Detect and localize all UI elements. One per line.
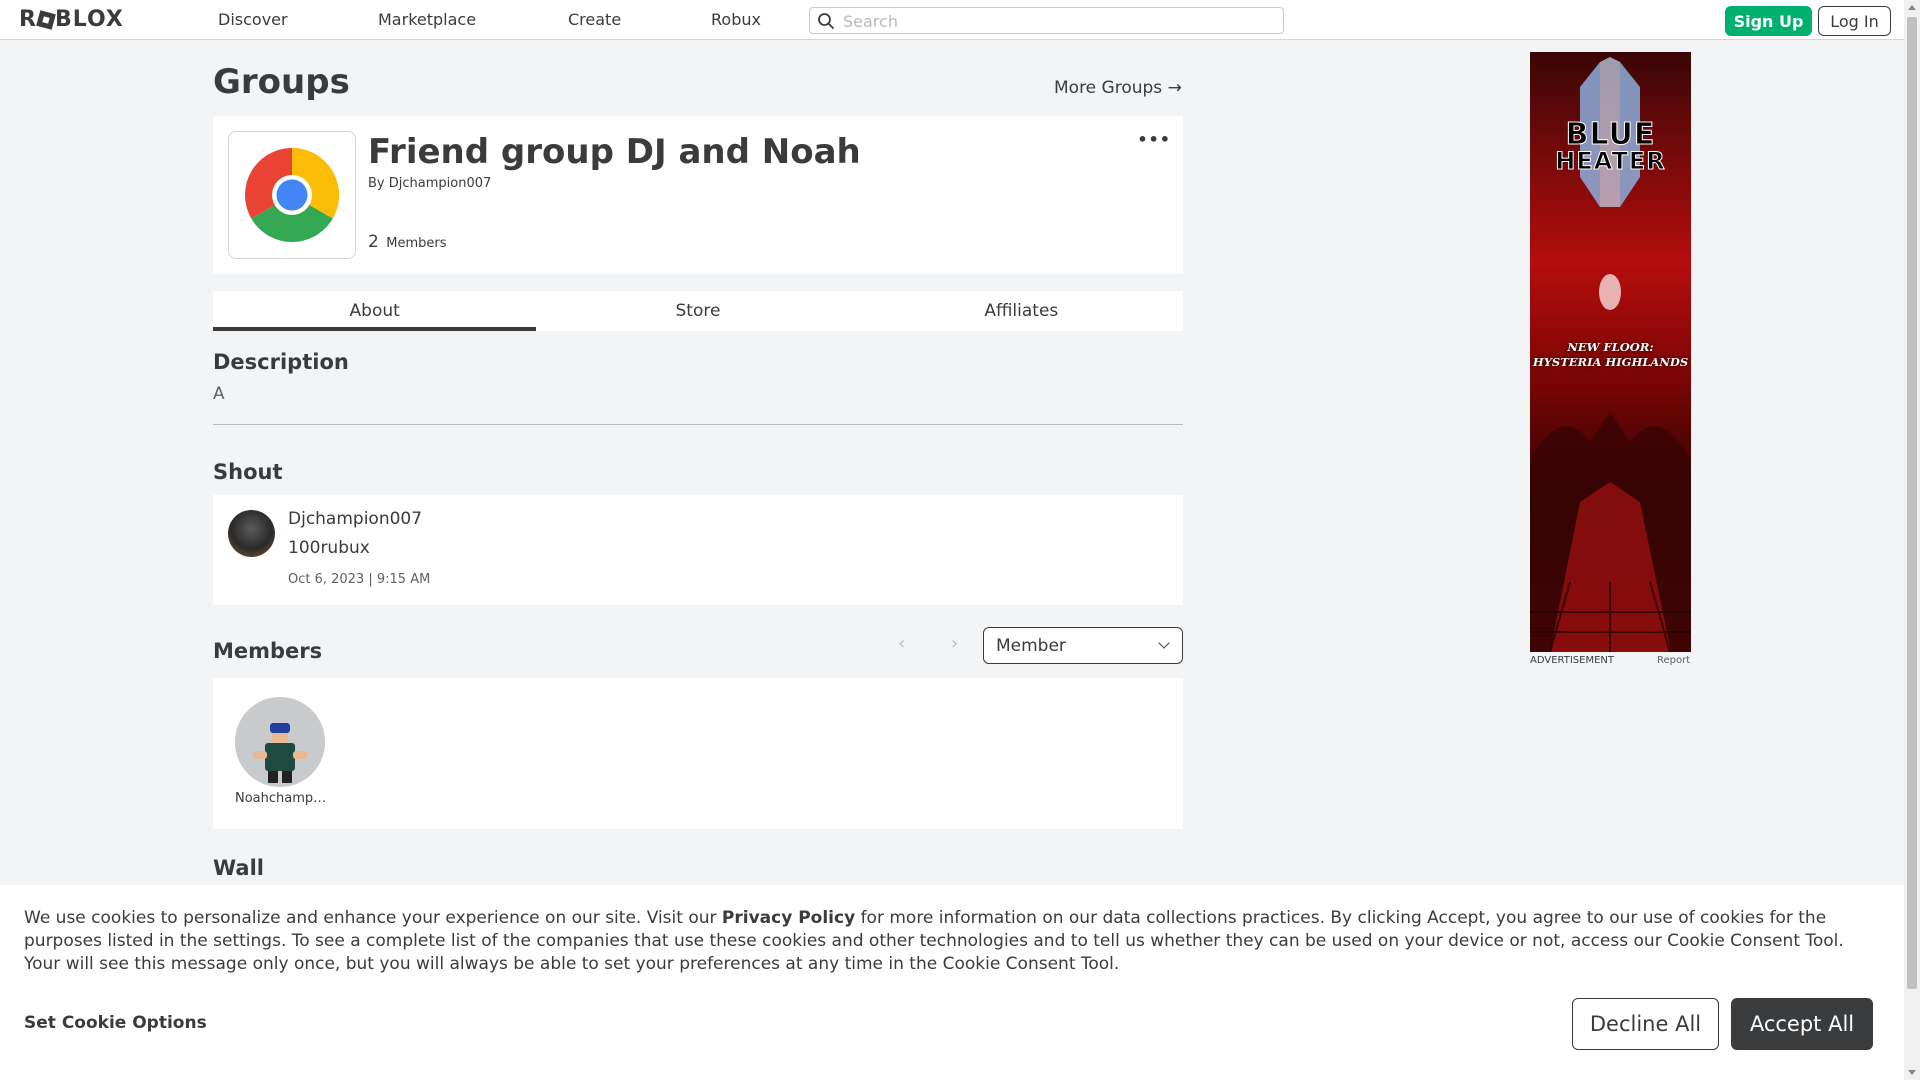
tab-about[interactable]: About [213,291,537,331]
sign-up-button[interactable]: Sign Up [1725,6,1812,36]
member-role-dropdown[interactable]: Member [983,627,1183,664]
more-groups-link[interactable]: More Groups → [1054,78,1182,98]
next-page-icon[interactable]: › [951,633,958,654]
cookie-banner: We use cookies to personalize and enhanc… [0,885,1904,1080]
search-box[interactable] [809,7,1284,34]
group-owner-link[interactable]: Djchampion007 [389,176,492,191]
cookie-text-before: We use cookies to personalize and enhanc… [24,908,722,928]
shout-avatar[interactable] [228,510,275,557]
search-input[interactable] [843,11,1273,31]
scroll-down-icon[interactable] [1908,1070,1916,1075]
advertisement-label: ADVERTISEMENT [1530,655,1615,666]
accept-all-button[interactable]: Accept All [1731,998,1873,1050]
ad-subtitle: NEW FLOOR: HYSTERIA HIGHLANDS [1530,340,1691,370]
ad-moon-icon [1599,274,1621,310]
description-text: A [213,384,225,404]
decline-all-button[interactable]: Decline All [1572,998,1719,1050]
member-name[interactable]: Noahchampi... [235,791,327,806]
ad-subtitle-line2: HYSTERIA HIGHLANDS [1532,355,1689,369]
shout-heading: Shout [213,460,283,484]
report-ad-link[interactable]: Report [1657,655,1690,666]
chrome-logo-icon [245,148,339,242]
scrollbar-thumb[interactable] [1907,17,1917,989]
member-role-value: Member [996,636,1066,656]
advertisement-banner[interactable]: BLUE HEATER NEW FLOOR: HYSTERIA HIGHLAND… [1530,52,1691,652]
shout-card: Djchampion007 100rubux Oct 6, 2023 | 9:1… [213,495,1183,605]
cookie-message: We use cookies to personalize and enhanc… [24,907,1884,976]
ad-title: BLUE HEATER [1538,117,1683,175]
member-count: 2 Members [368,232,446,252]
scroll-up-icon[interactable] [1908,5,1916,10]
tab-store[interactable]: Store [536,291,859,331]
member-avatar[interactable] [235,697,325,787]
group-owner-line: By Djchampion007 [368,176,491,191]
members-card: Noahchampi... [213,678,1183,829]
group-emblem [228,131,356,259]
description-heading: Description [213,350,349,374]
member-count-label: Members [386,236,447,251]
shout-date: Oct 6, 2023 | 9:15 AM [288,572,431,587]
shout-username[interactable]: Djchampion007 [288,509,422,529]
nav-robux[interactable]: Robux [711,10,761,29]
roblox-logo[interactable]: R BLOX [19,7,124,32]
ad-scene-art [1530,412,1691,652]
by-label: By [368,176,385,191]
search-icon [818,13,834,29]
member-count-value: 2 [368,232,379,252]
group-tabs: About Store Affiliates [213,291,1183,331]
ad-title-line2: HEATER [1555,147,1666,175]
prev-page-icon[interactable]: ‹ [898,633,905,654]
privacy-policy-link[interactable]: Privacy Policy [722,908,855,928]
group-header-card: Friend group DJ and Noah By Djchampion00… [213,116,1183,274]
page-title: Groups [213,62,350,102]
avatar-figure-icon [235,697,325,787]
more-options-icon[interactable]: ••• [1137,130,1171,149]
top-nav-bar: R BLOX Discover Marketplace Create Robux … [0,0,1904,40]
log-in-button[interactable]: Log In [1818,6,1891,36]
nav-discover[interactable]: Discover [218,10,288,29]
nav-create[interactable]: Create [568,10,621,29]
set-cookie-options-link[interactable]: Set Cookie Options [24,1013,207,1033]
ad-subtitle-line1: NEW FLOOR: [1567,340,1654,354]
section-divider [213,424,1183,425]
wall-heading: Wall [213,856,264,880]
members-heading: Members [213,639,323,663]
group-name: Friend group DJ and Noah [368,132,861,172]
shout-text: 100rubux [288,538,370,558]
nav-marketplace[interactable]: Marketplace [378,10,476,29]
page-scrollbar[interactable] [1904,0,1920,1080]
chevron-down-icon [1158,637,1170,649]
tab-affiliates[interactable]: Affiliates [860,291,1183,331]
ad-title-line1: BLUE [1565,117,1656,152]
